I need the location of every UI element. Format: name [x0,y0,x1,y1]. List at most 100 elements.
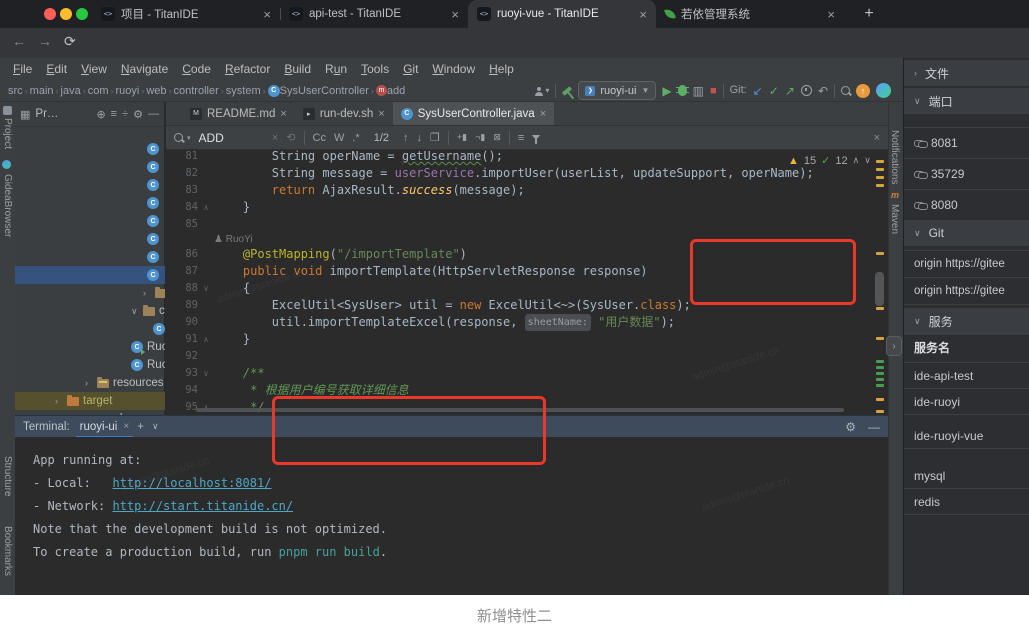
breadcrumb-segment[interactable]: controller [174,85,219,97]
breadcrumb-class[interactable]: SysUserController [280,85,369,97]
tree-row[interactable]: C [15,140,165,158]
tree-row[interactable]: ›target [15,392,165,410]
add-selection-icon[interactable]: +▮ [457,132,467,143]
port-item[interactable]: 8081 [904,128,1029,159]
maven-icon[interactable]: m [891,190,899,200]
back-icon[interactable]: ← [12,33,26,49]
macos-close-button[interactable] [44,8,56,20]
menu-edit[interactable]: Edit [39,62,74,76]
regex-toggle[interactable]: .* [352,132,359,144]
breadcrumb-segment[interactable]: src [8,85,23,97]
menu-run[interactable]: Run [318,62,354,76]
service-item[interactable]: redis [904,489,1029,515]
reload-icon[interactable]: ⟳ [64,33,76,50]
tool-tab-project[interactable]: Project [2,118,13,149]
breadcrumb-segment[interactable]: com [88,85,109,97]
tree-row[interactable]: C [15,212,165,230]
menu-help[interactable]: Help [482,62,521,76]
next-match-icon[interactable]: ↓ [417,132,423,144]
editor-tab[interactable]: MREADME.md× [182,102,295,125]
git-remote-item[interactable]: origin https://gitee [904,251,1029,278]
breadcrumb-segment[interactable]: system [226,85,261,97]
terminal-dropdown-icon[interactable]: ∨ [152,421,159,432]
service-item[interactable]: ide-ruoyi [904,389,1029,415]
tab-close-icon[interactable]: × [540,108,546,120]
new-tab-button[interactable]: + [858,3,880,25]
menu-navigate[interactable]: Navigate [114,62,175,76]
regex-history-icon[interactable]: ⟲ [286,131,295,144]
words-toggle[interactable]: W [334,132,344,144]
stop-button[interactable]: ■ [710,85,717,97]
git-push-icon[interactable]: ↗ [785,85,795,97]
select-all-matches-icon[interactable]: ⊠ [493,132,501,143]
tool-tab-gidea-browser[interactable]: GideaBrowser [2,174,13,237]
editor-tab[interactable]: CSysUserController.java× [393,102,554,125]
service-item[interactable]: mysql [904,463,1029,489]
hidden-stripe-chevron-button[interactable]: › [886,336,902,356]
search-options-icon[interactable]: ≡ [518,132,524,144]
titanide-assistant-icon[interactable] [876,83,891,98]
browser-tab[interactable]: <>项目 - TitanIDE× [92,0,280,28]
tab-close-icon[interactable]: × [451,7,459,22]
remove-selection-icon[interactable]: ¬▮ [475,132,485,143]
tab-close-icon[interactable]: × [378,108,384,120]
project-tree[interactable]: CCCCCCCC›too∨core.coCSwaCRuoYiAppCRuoYiS… [15,126,165,415]
breadcrumb-segment[interactable]: ruoyi [115,85,139,97]
build-hammer-icon[interactable] [562,86,572,95]
prev-match-icon[interactable]: ↑ [403,132,409,144]
breadcrumb-segment[interactable]: java [61,85,81,97]
close-search-icon[interactable]: × [874,132,880,144]
tree-row[interactable]: C [15,176,165,194]
menu-code[interactable]: Code [175,62,218,76]
rollback-icon[interactable]: ↶ [818,85,828,97]
new-terminal-icon[interactable]: + [137,421,144,433]
sidebar-section-files[interactable]: › 文件 [904,60,1029,86]
tab-close-icon[interactable]: × [639,7,647,22]
sidebar-section-git[interactable]: ∨ Git [904,220,1029,246]
editor-tab[interactable]: ▸run-dev.sh× [295,102,393,125]
tree-row[interactable]: CSwa [15,320,165,338]
breadcrumb-segment[interactable]: web [146,85,166,97]
breadcrumb-segment[interactable]: main [30,85,54,97]
service-item[interactable]: ide-ruoyi-vue [904,423,1029,449]
history-icon[interactable] [801,85,812,96]
git-remote-item[interactable]: origin https://gitee [904,278,1029,305]
search-everywhere-icon[interactable] [841,86,850,95]
git-commit-icon[interactable]: ✓ [769,85,779,97]
tree-row[interactable]: CRuoYiApp [15,338,165,356]
expand-all-icon[interactable]: ≡ [111,108,117,120]
menu-view[interactable]: View [74,62,114,76]
locate-icon[interactable]: ⊕ [96,108,105,121]
tree-row[interactable]: C [15,266,165,284]
macos-minimize-button[interactable] [60,8,72,20]
macos-zoom-button[interactable] [76,8,88,20]
tree-row[interactable]: C [15,194,165,212]
menu-git[interactable]: Git [396,62,425,76]
menu-file[interactable]: File [6,62,39,76]
update-notification-icon[interactable]: ↑ [856,84,870,98]
sidebar-section-ports[interactable]: ∨ 端口 [904,88,1029,114]
tab-close-icon[interactable]: × [263,7,271,22]
tool-tab-notifications[interactable]: Notifications [889,130,900,184]
collapse-all-icon[interactable]: ÷ [122,108,128,120]
tree-row[interactable]: C [15,158,165,176]
menu-refactor[interactable]: Refactor [218,62,277,76]
tree-row[interactable]: ›resources [15,374,165,392]
vertical-scrollbar[interactable] [875,272,884,306]
breadcrumb-method[interactable]: add [387,85,405,97]
terminal-settings-gear-icon[interactable]: ⚙ [845,420,856,434]
browser-tab[interactable]: 若依管理系统× [656,0,844,28]
tree-row[interactable]: CRuoYiSer [15,356,165,374]
tree-row[interactable]: ∨core.co [15,302,165,320]
browser-tab[interactable]: <>ruoyi-vue - TitanIDE× [468,0,656,28]
tool-tab-bookmarks[interactable]: Bookmarks [2,526,13,576]
close-terminal-tab-icon[interactable]: × [123,421,129,432]
settings-gear-icon[interactable]: ⚙ [133,108,143,121]
tree-row[interactable]: ›too [15,284,165,302]
hide-panel-icon[interactable]: — [148,108,159,120]
tab-close-icon[interactable]: × [827,7,835,22]
run-button[interactable]: ▶ [662,84,671,98]
tool-tab-maven[interactable]: Maven [889,204,900,234]
forward-icon[interactable]: → [38,33,52,49]
chevron-down-icon[interactable]: ▾ [545,87,549,95]
